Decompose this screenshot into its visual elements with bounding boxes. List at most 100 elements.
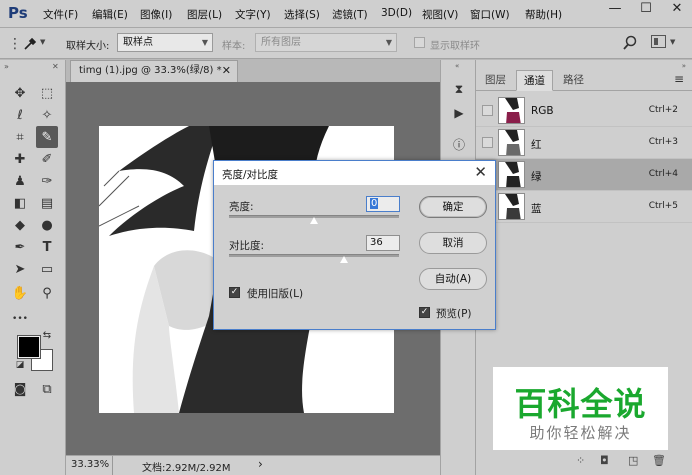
menu-3d[interactable]: 3D(D) [381, 7, 412, 19]
channel-thumbnail [498, 161, 525, 188]
screen-mode-icon[interactable]: ⧉ [36, 378, 58, 400]
quick-mask-icon[interactable]: ◙ [9, 378, 31, 400]
watermark-subtitle: 助你轻松解决 [529, 424, 632, 442]
auto-button[interactable]: 自动(A) [419, 268, 487, 290]
preview-checkbox[interactable]: ✓ [419, 307, 430, 318]
channel-row-green[interactable]: 绿 Ctrl+4 [476, 159, 692, 191]
load-selection-icon[interactable]: ⁘ [576, 454, 585, 467]
type-tool-icon[interactable]: T [36, 236, 58, 258]
panel-menu-icon[interactable]: ≡ [674, 72, 684, 86]
contrast-slider-thumb[interactable] [340, 256, 348, 263]
close-icon[interactable]: ✕ [222, 61, 231, 81]
options-bar: ⋮ ▼ 取样大小: 取样点 ▼ 样本: 所有图层 ▼ 显示取样环 ▼ [0, 28, 692, 59]
contrast-slider-track[interactable] [229, 254, 399, 257]
channel-row-rgb[interactable]: RGB Ctrl+2 [476, 95, 692, 127]
clone-stamp-tool-icon[interactable]: ♟ [9, 170, 31, 192]
collapse-panel-icon[interactable]: » [682, 62, 686, 70]
channel-row-blue[interactable]: 蓝 Ctrl+5 [476, 191, 692, 223]
marquee-tool-icon[interactable]: ⬚ [36, 82, 58, 104]
menu-filter[interactable]: 滤镜(T) [332, 7, 368, 22]
foreground-color-swatch[interactable] [17, 335, 41, 359]
menu-image[interactable]: 图像(I) [140, 7, 172, 22]
menu-view[interactable]: 视图(V) [422, 7, 458, 22]
lasso-tool-icon[interactable]: ℓ [9, 104, 31, 126]
more-tools-icon[interactable]: ••• [9, 308, 31, 330]
sample-select[interactable]: 所有图层 ▼ [255, 33, 397, 52]
close-icon[interactable]: ✕ [474, 163, 487, 181]
channel-shortcut: Ctrl+4 [648, 169, 678, 179]
history-brush-tool-icon[interactable]: ✑ [36, 170, 58, 192]
chevron-down-icon[interactable]: ▼ [670, 38, 675, 46]
tab-channels[interactable]: 通道 [516, 70, 553, 91]
visibility-toggle[interactable] [482, 137, 493, 148]
gradient-tool-icon[interactable]: ▤ [36, 192, 58, 214]
channel-shortcut: Ctrl+3 [648, 137, 678, 147]
collapse-icon[interactable]: » [4, 62, 9, 71]
save-selection-icon[interactable]: ◘ [600, 454, 609, 467]
legacy-label: 使用旧版(L) [247, 288, 304, 300]
menu-layer[interactable]: 图层(L) [187, 7, 222, 22]
channel-row-red[interactable]: 红 Ctrl+3 [476, 127, 692, 159]
eraser-tool-icon[interactable]: ◧ [9, 192, 31, 214]
sample-size-select[interactable]: 取样点 ▼ [117, 33, 213, 52]
close-icon[interactable]: ✕ [52, 62, 59, 71]
history-panel-icon[interactable]: ⧗ [450, 80, 468, 98]
menu-file[interactable]: 文件(F) [43, 7, 78, 22]
channel-thumbnail [498, 97, 525, 124]
actions-panel-icon[interactable]: ▶ [450, 104, 468, 122]
brush-tool-icon[interactable]: ✐ [36, 148, 58, 170]
document-tab-title: timg (1).jpg @ 33.3%(绿/8) * [79, 65, 222, 76]
panel-tabs: 图层 通道 路径 ≡ [476, 70, 692, 91]
status-menu-arrow-icon[interactable]: › [258, 457, 263, 471]
tab-layers[interactable]: 图层 [478, 70, 513, 91]
menu-help[interactable]: 帮助(H) [525, 7, 562, 22]
legacy-checkbox[interactable]: ✓ [229, 287, 240, 298]
healing-brush-tool-icon[interactable]: ✚ [9, 148, 31, 170]
close-window-icon[interactable]: ✕ [662, 0, 692, 20]
show-ring-label: 显示取样环 [430, 41, 480, 52]
collapse-dock-icon[interactable]: « [455, 62, 459, 70]
dialog-title: 亮度/对比度 [222, 169, 279, 181]
trash-icon[interactable]: 🗑 [652, 454, 666, 467]
search-icon[interactable] [622, 35, 638, 51]
cancel-button[interactable]: 取消 [419, 232, 487, 254]
menu-window[interactable]: 窗口(W) [470, 7, 510, 22]
ok-button[interactable]: 确定 [419, 196, 487, 218]
zoom-tool-icon[interactable]: ⚲ [36, 282, 58, 304]
blur-tool-icon[interactable]: ◆ [9, 214, 31, 236]
visibility-toggle[interactable] [482, 105, 493, 116]
path-selection-tool-icon[interactable]: ➤ [9, 258, 31, 280]
zoom-level[interactable]: 33.33% [71, 459, 109, 470]
move-tool-icon[interactable]: ✥ [9, 82, 31, 104]
show-ring-checkbox[interactable] [414, 37, 425, 48]
workspace-icon[interactable] [651, 35, 666, 48]
dodge-tool-icon[interactable]: ● [36, 214, 58, 236]
pen-tool-icon[interactable]: ✒ [9, 236, 31, 258]
default-colors-icon[interactable]: ◪ [13, 358, 27, 372]
swap-colors-icon[interactable]: ⇆ [40, 328, 54, 342]
hand-tool-icon[interactable]: ✋ [9, 282, 31, 304]
crop-tool-icon[interactable]: ⌗ [9, 126, 31, 148]
chevron-down-icon[interactable]: ▼ [40, 38, 45, 46]
brightness-input[interactable]: 0 [366, 196, 400, 212]
contrast-input[interactable]: 36 [366, 235, 400, 251]
new-channel-icon[interactable]: ◳ [628, 454, 638, 467]
magic-wand-tool-icon[interactable]: ✧ [36, 104, 58, 126]
watermark-logo: 百科全说 助你轻松解决 [493, 367, 668, 450]
eyedropper-preset-icon[interactable] [22, 36, 38, 52]
minimize-icon[interactable]: — [600, 0, 630, 20]
maximize-icon[interactable]: ☐ [631, 0, 661, 20]
channel-thumbnail [498, 129, 525, 156]
rectangle-tool-icon[interactable]: ▭ [36, 258, 58, 280]
dialog-titlebar[interactable]: 亮度/对比度 ✕ [214, 161, 495, 185]
channel-thumbnail [498, 193, 525, 220]
menu-edit[interactable]: 编辑(E) [92, 7, 128, 22]
brightness-slider-thumb[interactable] [310, 217, 318, 224]
menu-select[interactable]: 选择(S) [284, 7, 320, 22]
document-tab[interactable]: timg (1).jpg @ 33.3%(绿/8) * ✕ [70, 60, 238, 82]
menu-type[interactable]: 文字(Y) [235, 7, 271, 22]
channel-name: 绿 [531, 171, 542, 183]
tab-paths[interactable]: 路径 [556, 70, 591, 91]
eyedropper-tool-icon[interactable]: ✎ [36, 126, 58, 148]
info-panel-icon[interactable]: ⓘ [450, 136, 468, 154]
